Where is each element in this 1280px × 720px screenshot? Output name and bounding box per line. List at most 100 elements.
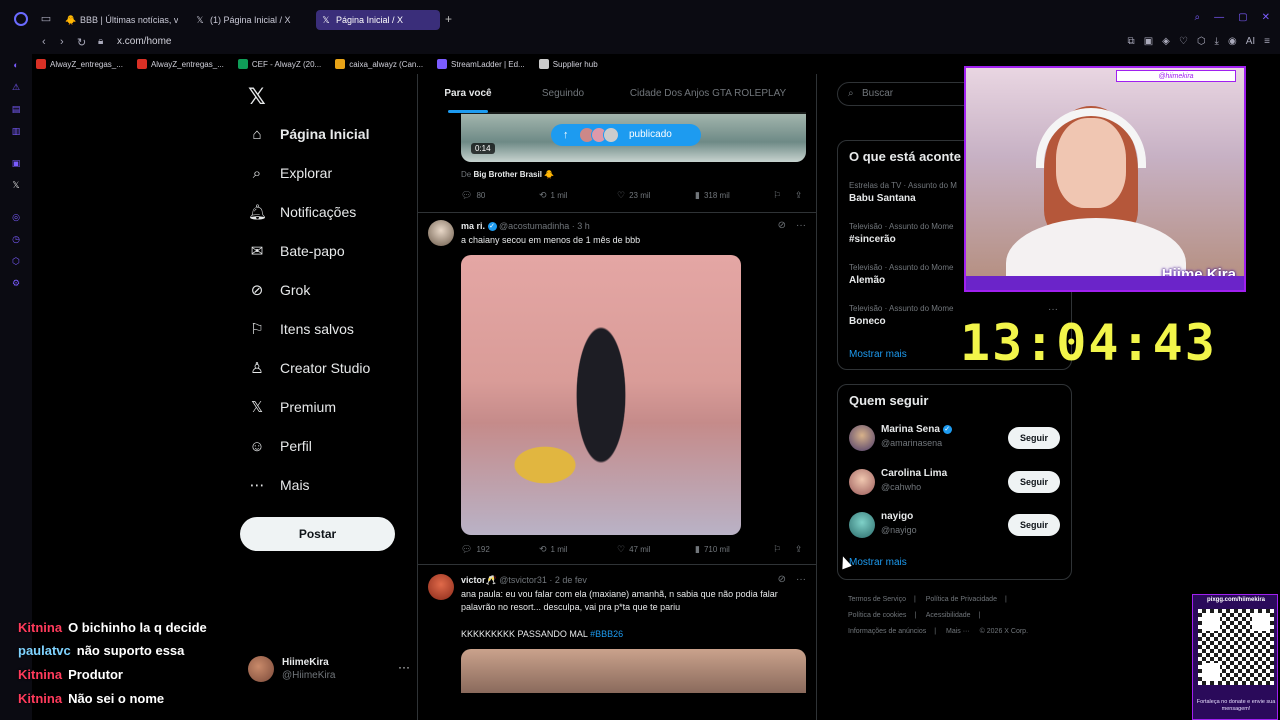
menu-icon[interactable]: ≡ (1264, 36, 1270, 47)
bookmark-item[interactable]: StreamLadder | Ed... (433, 56, 529, 72)
reply-button[interactable]: 💬︎ 192 (461, 544, 490, 555)
avatar[interactable] (849, 469, 875, 495)
trend-item[interactable]: #sincerão (849, 234, 896, 245)
avatar[interactable] (428, 574, 454, 600)
opera-logo-icon[interactable] (14, 12, 28, 26)
tab-list[interactable]: Cidade Dos Anjos GTA ROLEPLAY (608, 74, 808, 114)
trend-item[interactable]: Alemão (849, 275, 885, 286)
follow-button[interactable]: Seguir (1008, 427, 1060, 449)
reply-button[interactable]: 💬︎ 80 (461, 190, 485, 201)
forward-icon[interactable]: › (60, 36, 64, 48)
follow-suggestion[interactable]: nayigo (881, 511, 913, 522)
history-icon[interactable]: ◷ (11, 234, 21, 244)
sidebar-feature-icon[interactable]: ◎ (11, 212, 21, 222)
grok-icon[interactable]: ⊘ (778, 220, 786, 231)
back-icon[interactable]: ‹ (42, 36, 46, 48)
heart-icon[interactable]: ♡ (1179, 36, 1188, 47)
like-button[interactable]: ♡ 23 mil (617, 190, 650, 201)
extension-icon[interactable]: ⧉ (1128, 36, 1135, 47)
tweet-author-handle[interactable]: @acostumadinha (499, 221, 569, 231)
tweet-image[interactable] (461, 649, 806, 693)
show-more-trends-link[interactable]: Mostrar mais (849, 349, 907, 360)
tweet-time[interactable]: · 3 h (572, 221, 590, 231)
trend-item[interactable]: Boneco (849, 316, 886, 327)
new-tab-button[interactable]: + (445, 13, 452, 25)
avatar[interactable] (849, 512, 875, 538)
lock-icon[interactable]: 🔒︎ (98, 36, 103, 47)
account-switcher[interactable]: HiimeKira @HiimeKira ··· (248, 656, 410, 686)
camera-icon[interactable]: ◉ (1228, 36, 1237, 47)
bookmark-item[interactable]: caixa_alwayz (Can... (331, 56, 427, 72)
share-button[interactable]: ⇪ (795, 190, 803, 201)
new-posts-pill[interactable]: ↑ publicado (551, 124, 701, 146)
views-button[interactable]: ▮ 318 mil (695, 190, 730, 201)
sidebar-feature-icon[interactable]: ⬡ (11, 256, 21, 266)
maximize-icon[interactable]: ▢ (1238, 12, 1247, 23)
twitch-icon[interactable]: ▣ (11, 158, 21, 168)
nav-item-bookmarks[interactable]: ⚐ Itens salvos (248, 317, 354, 341)
tweet-time[interactable]: · 2 de fev (549, 575, 587, 585)
cube-icon[interactable]: ⬡ (1197, 36, 1206, 47)
hashtag-link[interactable]: #BBB26 (590, 629, 623, 639)
more-icon[interactable]: ··· (398, 660, 410, 674)
views-button[interactable]: ▮ 710 mil (695, 544, 730, 555)
footer-link[interactable]: Acessibilidade (926, 612, 971, 619)
avatar[interactable] (849, 425, 875, 451)
bookmark-button[interactable]: ⚐ (773, 190, 781, 201)
nav-item-messages[interactable]: ✉ Bate-papo (248, 239, 345, 263)
tab-for-you[interactable]: Para você (418, 74, 518, 114)
close-icon[interactable]: ✕ (1262, 12, 1270, 23)
screenshot-icon[interactable]: ▣ (1144, 36, 1153, 47)
tab-x-home-active[interactable]: 𝕏 Página Inicial / X (316, 10, 440, 30)
nav-item-notifications[interactable]: 🔔︎ Notificações (248, 200, 356, 224)
nav-item-profile[interactable]: ☺ Perfil (248, 434, 312, 458)
post-button[interactable]: Postar (240, 517, 395, 551)
nav-item-home[interactable]: ⌂ Página Inicial (248, 122, 369, 146)
tweet-author-handle[interactable]: @tsvictor31 (499, 575, 547, 585)
like-button[interactable]: ♡ 47 mil (617, 544, 650, 555)
download-icon[interactable]: ⤓ (1215, 36, 1219, 47)
tab-following[interactable]: Seguindo (518, 74, 608, 114)
bookmark-item[interactable]: AlwayZ_entregas_... (133, 56, 228, 72)
footer-link[interactable]: Mais ··· (946, 628, 970, 635)
footer-link[interactable]: Termos de Serviço (848, 596, 906, 603)
minimize-icon[interactable]: — (1214, 12, 1224, 23)
sidebar-feature-icon[interactable]: ▤ (11, 104, 21, 114)
x-icon[interactable]: 𝕏 (11, 180, 21, 190)
retweet-button[interactable]: ⟲ 1 mil (539, 544, 567, 555)
tab-bbb[interactable]: 🐥 BBB | Últimas notícias, vid (60, 10, 178, 30)
ai-button[interactable]: AI (1246, 36, 1255, 47)
follow-suggestion[interactable]: Carolina Lima (881, 468, 947, 479)
footer-link[interactable]: Informações de anúncios (848, 628, 926, 635)
nav-item-creator-studio[interactable]: ♙ Creator Studio (248, 356, 370, 380)
sidebar-feature-icon[interactable]: ▥ (11, 126, 21, 136)
share-button[interactable]: ⇪ (795, 544, 803, 555)
tab-menu-icon[interactable]: ▭ (40, 13, 52, 25)
follow-button[interactable]: Seguir (1008, 471, 1060, 493)
bookmark-item[interactable]: AlwayZ_entregas_... (32, 56, 127, 72)
tab-x-home-1[interactable]: 𝕏 (1) Página Inicial / X (190, 10, 310, 30)
sidebar-feature-icon[interactable]: ⚠ (11, 82, 21, 92)
nav-item-more[interactable]: ⋯ Mais (248, 473, 310, 497)
url-field[interactable]: x.com/home (117, 36, 171, 47)
sidebar-feature-icon[interactable]: ◐ (11, 60, 21, 70)
follow-button[interactable]: Seguir (1008, 514, 1060, 536)
footer-link[interactable]: Política de Privacidade (926, 596, 997, 603)
tweet-author-name[interactable]: victor🥂 (461, 575, 497, 585)
vpn-icon[interactable]: ◈ (1162, 36, 1170, 47)
grok-icon[interactable]: ⊘ (778, 574, 786, 585)
tweet-author-name[interactable]: ma ri. (461, 221, 485, 231)
bookmark-item[interactable]: CEF - AlwayZ (20... (234, 56, 325, 72)
settings-icon[interactable]: ⚙ (11, 278, 21, 288)
nav-item-grok[interactable]: ⊘ Grok (248, 278, 311, 302)
retweet-button[interactable]: ⟲ 1 mil (539, 190, 567, 201)
search-tabs-icon[interactable]: ⌕ (1195, 12, 1201, 23)
bookmark-item[interactable]: Supplier hub (535, 56, 602, 72)
avatar[interactable] (428, 220, 454, 246)
show-more-follow-link[interactable]: Mostrar mais (849, 557, 907, 568)
reload-icon[interactable]: ↻ (77, 36, 86, 49)
nav-item-premium[interactable]: 𝕏 Premium (248, 395, 336, 419)
more-icon[interactable]: ··· (796, 574, 806, 585)
video-source[interactable]: De Big Brother Brasil 🐥 (461, 170, 554, 179)
x-logo-icon[interactable]: 𝕏 (248, 84, 266, 110)
